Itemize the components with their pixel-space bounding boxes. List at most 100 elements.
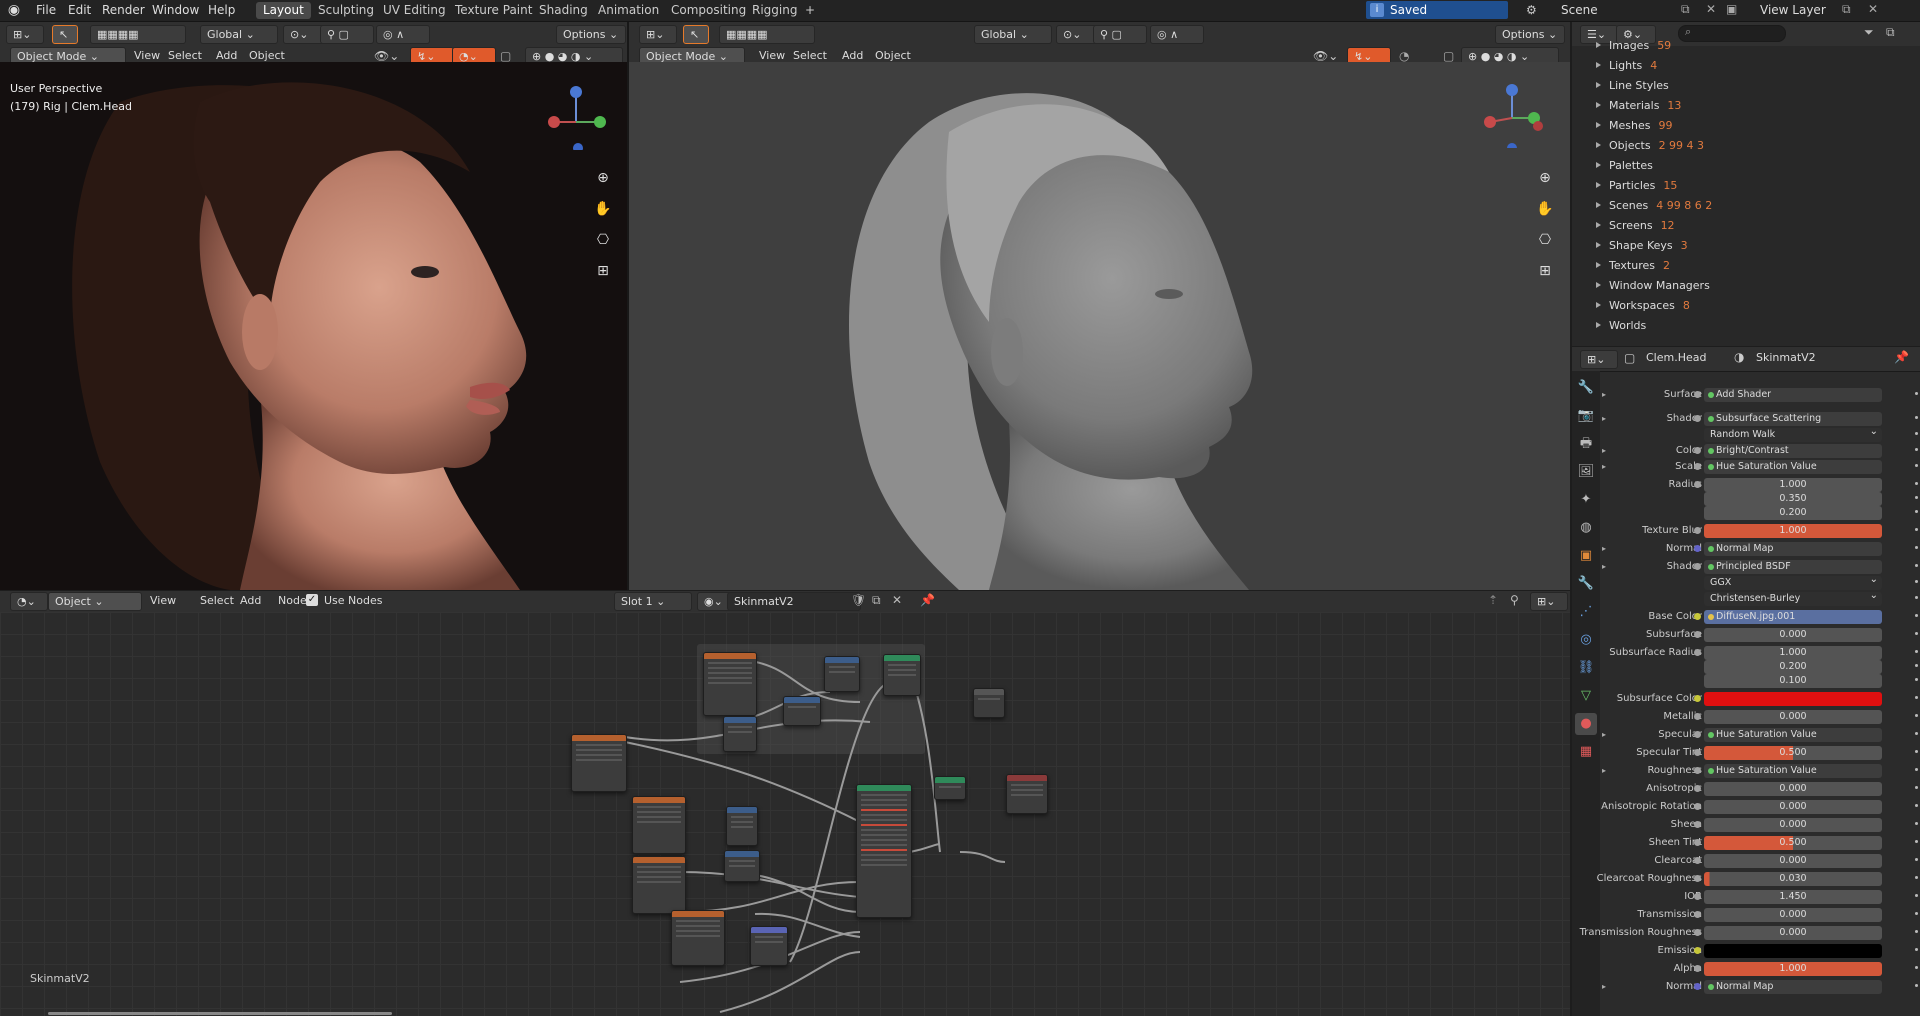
texture-tab-icon[interactable]: ▦ [1575, 741, 1597, 763]
node-image-texture-2[interactable] [632, 796, 686, 854]
menu-edit[interactable]: Edit [62, 0, 97, 21]
pin-icon-properties[interactable]: 📌 [1894, 350, 1909, 364]
keyframe-dot-icon[interactable] [1915, 596, 1918, 599]
outliner-item[interactable]: Materials 13 [1572, 96, 1920, 116]
keyframe-dot-icon[interactable] [1915, 392, 1918, 395]
output-tab-icon[interactable]: 🖶 [1575, 433, 1597, 455]
socket-icon[interactable] [1694, 415, 1701, 422]
outliner-item[interactable]: Meshes 99 [1572, 116, 1920, 136]
snap-button[interactable]: ⚲ ▢ [320, 25, 374, 44]
node-principled-bsdf[interactable] [856, 784, 912, 918]
property-field[interactable]: 0.000 [1704, 782, 1882, 796]
pivot-point-button[interactable]: ⊙⌄ [283, 25, 325, 44]
render-tab-icon[interactable]: 📷 [1575, 405, 1597, 427]
socket-icon[interactable] [1694, 695, 1701, 702]
property-field[interactable]: 1.000 [1704, 962, 1882, 976]
outliner-item[interactable]: Line Styles [1572, 76, 1920, 96]
keyframe-dot-icon[interactable] [1915, 930, 1918, 933]
keyframe-dot-icon[interactable] [1915, 750, 1918, 753]
keyframe-dot-icon[interactable] [1915, 714, 1918, 717]
proportional-editing-button[interactable]: ◎ ∧ [376, 25, 430, 44]
keyframe-dot-icon[interactable] [1915, 678, 1918, 681]
new-scene-icon[interactable]: ⧉ [1681, 2, 1690, 17]
horizontal-scrollbar[interactable] [48, 1012, 392, 1015]
color-swatch[interactable] [1704, 944, 1882, 958]
outliner-item[interactable]: Screens 12 [1572, 216, 1920, 236]
keyframe-dot-icon[interactable] [1915, 876, 1918, 879]
node-editor-type-button[interactable]: ◔⌄ [10, 592, 48, 611]
keyframe-dot-icon[interactable] [1915, 580, 1918, 583]
outliner-item[interactable]: Textures 2 [1572, 256, 1920, 276]
socket-icon[interactable] [1694, 839, 1701, 846]
keyframe-dot-icon[interactable] [1915, 840, 1918, 843]
outliner-item[interactable]: Lights 4 [1572, 56, 1920, 76]
object-tab-icon[interactable]: ▣ [1575, 545, 1597, 567]
property-field[interactable]: 0.000 [1704, 818, 1882, 832]
tab-texture-paint[interactable]: Texture Paint [448, 2, 539, 19]
property-field[interactable]: 0.500 [1704, 746, 1882, 760]
socket-icon[interactable] [1694, 893, 1701, 900]
node-menu-add[interactable]: Add [234, 592, 267, 609]
visibility-icon-right[interactable]: 👁⌄ [1313, 49, 1338, 63]
property-field[interactable]: 0.200 [1704, 660, 1882, 674]
expand-arrow-icon[interactable]: ▸ [1602, 446, 1606, 455]
navigation-gizmo-right[interactable] [1476, 78, 1546, 148]
socket-icon[interactable] [1694, 947, 1701, 954]
expand-arrow-icon[interactable] [1596, 242, 1601, 248]
expand-arrow-icon[interactable]: ▸ [1602, 414, 1606, 423]
keyframe-dot-icon[interactable] [1915, 546, 1918, 549]
property-field[interactable]: Principled BSDF [1704, 560, 1882, 574]
keyframe-dot-icon[interactable] [1915, 482, 1918, 485]
material-tab-icon[interactable]: ● [1575, 713, 1597, 735]
selection-modes-button[interactable]: ▦▦▦▦ [90, 25, 186, 44]
node-image-texture-1[interactable] [703, 652, 757, 716]
node-editor-canvas[interactable]: SkinmatV2 [0, 612, 1570, 1016]
data-tab-icon[interactable]: ▽ [1575, 685, 1597, 707]
property-field[interactable]: 0.350 [1704, 492, 1882, 506]
menu-file[interactable]: File [30, 0, 62, 21]
socket-icon[interactable] [1694, 563, 1701, 570]
socket-icon[interactable] [1694, 749, 1701, 756]
property-field[interactable]: Subsurface Scattering [1704, 412, 1882, 426]
expand-arrow-icon[interactable]: ▸ [1602, 544, 1606, 553]
constraints-tab-icon[interactable]: ⛓ [1575, 657, 1597, 679]
snap-node-icon[interactable]: ⚲ [1510, 593, 1519, 607]
socket-icon[interactable] [1694, 875, 1701, 882]
viewport-right-solid[interactable]: ⊕ ✋ ⎔ ⊞ [629, 62, 1570, 590]
node-converter-3[interactable] [723, 716, 757, 752]
socket-icon[interactable] [1694, 713, 1701, 720]
expand-arrow-icon[interactable]: ▸ [1602, 766, 1606, 775]
keyframe-dot-icon[interactable] [1915, 632, 1918, 635]
socket-icon[interactable] [1694, 631, 1701, 638]
expand-arrow-icon[interactable] [1596, 222, 1601, 228]
socket-icon[interactable] [1694, 463, 1701, 470]
property-field[interactable]: 0.000 [1704, 800, 1882, 814]
zoom-icon[interactable]: ⊕ [592, 167, 614, 189]
socket-icon[interactable] [1694, 391, 1701, 398]
snap-mode-button[interactable]: ⊞⌄ [1530, 592, 1568, 611]
outliner-item[interactable]: Palettes [1572, 156, 1920, 176]
particles-tab-icon[interactable]: ⋰ [1575, 601, 1597, 623]
scene-tab-icon[interactable]: ✦ [1575, 489, 1597, 511]
property-dropdown[interactable]: Random Walk [1704, 425, 1882, 442]
delete-scene-icon[interactable]: ✕ [1706, 2, 1716, 16]
modifier-tab-icon[interactable]: 🔧 [1575, 573, 1597, 595]
node-menu-view[interactable]: View [144, 592, 182, 609]
use-nodes-checkbox[interactable]: ✓ [306, 594, 318, 606]
keyframe-dot-icon[interactable] [1915, 696, 1918, 699]
expand-arrow-icon[interactable] [1596, 42, 1601, 48]
blender-logo-icon[interactable]: ◉ [6, 2, 22, 18]
fake-user-icon[interactable]: 🛡 [851, 593, 866, 607]
overlay-icon-right[interactable]: ◔ [1399, 49, 1409, 63]
expand-arrow-icon[interactable] [1596, 202, 1601, 208]
navigation-gizmo[interactable] [540, 80, 610, 150]
keyframe-dot-icon[interactable] [1915, 464, 1918, 467]
property-field[interactable]: Add Shader [1704, 388, 1882, 402]
keyframe-dot-icon[interactable] [1915, 822, 1918, 825]
expand-arrow-icon[interactable]: ▸ [1602, 390, 1606, 399]
tab-rigging[interactable]: Rigging [745, 2, 804, 19]
menu-window[interactable]: Window [146, 0, 205, 21]
tab-layout[interactable]: Layout [256, 2, 311, 19]
xray-icon[interactable]: ▢ [500, 49, 511, 63]
keyframe-dot-icon[interactable] [1915, 448, 1918, 451]
